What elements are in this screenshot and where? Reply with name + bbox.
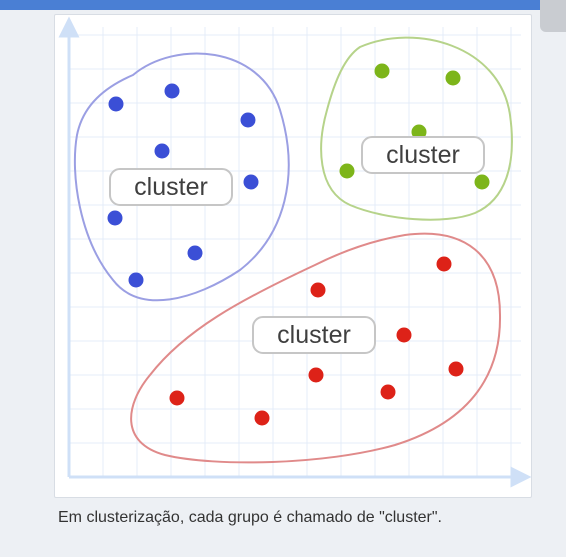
- data-point: [448, 361, 464, 377]
- top-bar: [0, 0, 566, 10]
- data-point: [107, 210, 123, 226]
- cluster-label-text: cluster: [277, 321, 351, 349]
- data-point: [436, 256, 452, 272]
- cluster-label-text: cluster: [134, 173, 208, 201]
- grid: [68, 27, 521, 478]
- cluster-diagram: cluster cluster cluster: [58, 16, 531, 488]
- scrollbar-handle[interactable]: [540, 0, 566, 32]
- cluster-label-blue: cluster: [109, 168, 233, 206]
- data-point: [164, 83, 180, 99]
- data-point: [243, 174, 259, 190]
- cluster-figure: cluster cluster cluster: [54, 14, 532, 498]
- data-point: [380, 384, 396, 400]
- data-point: [187, 245, 203, 261]
- data-point: [240, 112, 256, 128]
- data-point: [310, 282, 326, 298]
- cluster-label-green: cluster: [361, 136, 485, 174]
- data-point: [254, 410, 270, 426]
- data-point: [474, 174, 490, 190]
- data-point: [308, 367, 324, 383]
- data-point: [169, 390, 185, 406]
- data-point: [108, 96, 124, 112]
- figure-caption: Em clusterização, cada grupo é chamado d…: [58, 509, 442, 526]
- data-point: [154, 143, 170, 159]
- data-point: [374, 63, 390, 79]
- cluster-label-text: cluster: [386, 141, 460, 169]
- data-point: [445, 70, 461, 86]
- cluster-label-red: cluster: [252, 316, 376, 354]
- data-point: [396, 327, 412, 343]
- data-point: [128, 272, 144, 288]
- data-point: [339, 163, 355, 179]
